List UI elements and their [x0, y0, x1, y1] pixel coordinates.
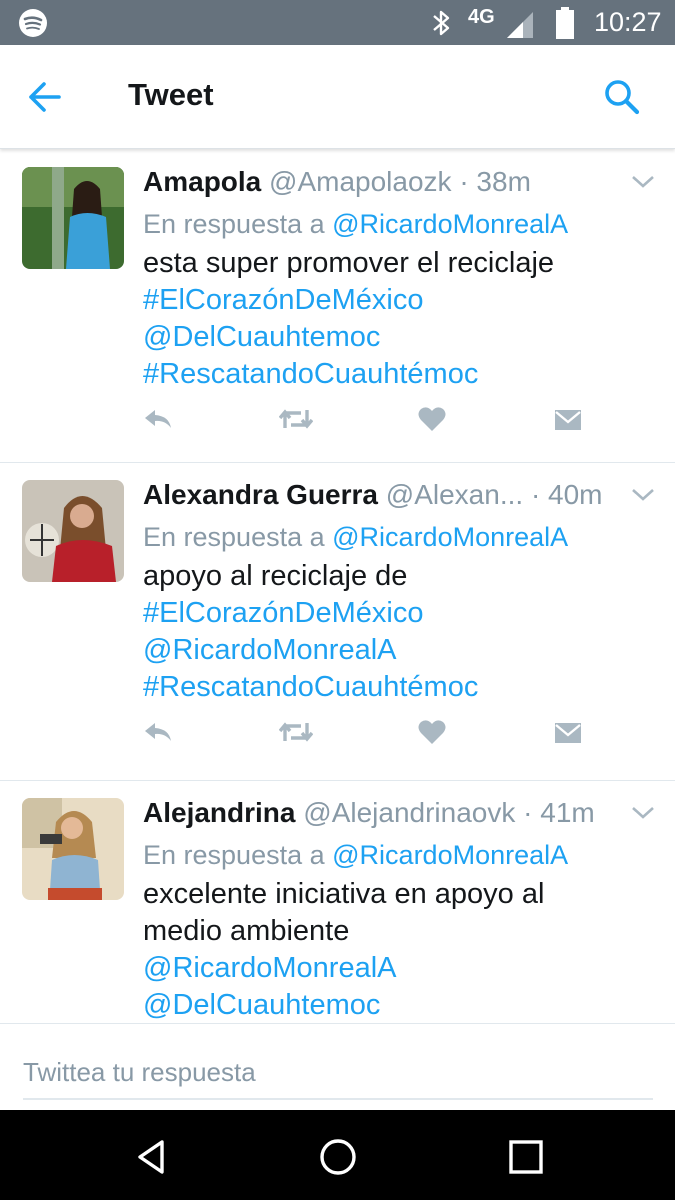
tweet-text: apoyo al reciclaje de	[143, 560, 408, 592]
reply-prefix: En respuesta a	[143, 840, 325, 870]
tweet-text: esta super promover el reciclaje	[143, 247, 555, 279]
like-icon[interactable]	[417, 406, 447, 432]
reply-mention-link[interactable]: @RicardoMonrealA	[332, 209, 568, 239]
tweet-text: medio ambiente	[143, 915, 350, 947]
reply-icon[interactable]	[143, 406, 173, 432]
mention-link[interactable]: @RicardoMonrealA	[143, 950, 396, 987]
direct-message-icon[interactable]	[553, 719, 583, 745]
mention-link[interactable]: @DelCuauhtemoc	[143, 987, 380, 1023]
bluetooth-icon	[433, 10, 450, 36]
reply-composer	[0, 1023, 675, 1110]
hashtag-link[interactable]: #RescatandoCuauhtémoc	[143, 669, 478, 706]
reply-mention-link[interactable]: @RicardoMonrealA	[332, 840, 568, 870]
reply-prefix: En respuesta a	[143, 522, 325, 552]
home-circle-icon[interactable]	[318, 1137, 358, 1177]
author-name[interactable]: Amapola	[143, 166, 261, 197]
author-handle[interactable]: @Amapolaozk	[269, 166, 452, 197]
author-handle[interactable]: @Alejandrinaovk	[303, 797, 515, 828]
network-type: 4G	[468, 6, 495, 28]
recents-square-icon[interactable]	[506, 1137, 546, 1177]
like-icon[interactable]	[417, 719, 447, 745]
author-handle[interactable]: @Alexan...	[386, 479, 523, 510]
reply-icon[interactable]	[143, 719, 173, 745]
chevron-down-icon[interactable]	[631, 174, 655, 190]
reply-context: En respuesta a @RicardoMonrealA	[143, 206, 568, 242]
tweet-list[interactable]: Amapola @Amapolaozk · 38m En respuesta a…	[0, 150, 675, 1023]
hashtag-link[interactable]: #ElCorazónDeMéxico	[143, 595, 423, 632]
tweet[interactable]: Alejandrina @Alejandrinaovk · 41m En res…	[0, 781, 675, 1023]
avatar[interactable]	[22, 798, 124, 900]
tweet[interactable]: Alexandra Guerra @Alexan... · 40m En res…	[0, 463, 675, 781]
reply-prefix: En respuesta a	[143, 209, 325, 239]
direct-message-icon[interactable]	[553, 406, 583, 432]
chevron-down-icon[interactable]	[631, 487, 655, 503]
back-triangle-icon[interactable]	[132, 1137, 172, 1177]
reply-context: En respuesta a @RicardoMonrealA	[143, 837, 568, 873]
tweet-actions	[143, 719, 603, 749]
system-nav-bar	[0, 1110, 675, 1200]
status-bar: 4G 10:27	[0, 0, 675, 45]
author-name[interactable]: Alejandrina	[143, 797, 295, 828]
app-bar: Tweet	[0, 45, 675, 149]
avatar[interactable]	[22, 480, 124, 582]
search-icon[interactable]	[603, 78, 641, 116]
retweet-icon[interactable]	[279, 719, 313, 745]
retweet-icon[interactable]	[279, 406, 313, 432]
clock: 10:27	[594, 7, 662, 37]
reply-context: En respuesta a @RicardoMonrealA	[143, 519, 568, 555]
tweet-header: Alejandrina @Alejandrinaovk · 41m	[143, 795, 615, 831]
signal-icon	[507, 12, 533, 38]
hashtag-link[interactable]: #RescatandoCuauhtémoc	[143, 356, 478, 393]
tweet[interactable]: Amapola @Amapolaozk · 38m En respuesta a…	[0, 150, 675, 463]
tweet-time: · 40m	[530, 479, 603, 510]
page-title: Tweet	[128, 77, 214, 112]
mention-link[interactable]: @DelCuauhtemoc	[143, 319, 380, 356]
tweet-text: excelente iniciativa en apoyo al	[143, 878, 545, 910]
tweet-time: · 41m	[523, 797, 595, 828]
tweet-header: Alexandra Guerra @Alexan... · 40m	[143, 477, 615, 513]
mention-link[interactable]: @RicardoMonrealA	[143, 632, 396, 669]
reply-mention-link[interactable]: @RicardoMonrealA	[332, 522, 568, 552]
hashtag-link[interactable]: #ElCorazónDeMéxico	[143, 282, 423, 319]
reply-input[interactable]	[23, 1046, 653, 1100]
avatar[interactable]	[22, 167, 124, 269]
tweet-actions	[143, 406, 603, 436]
chevron-down-icon[interactable]	[631, 805, 655, 821]
tweet-time: · 38m	[459, 166, 531, 197]
tweet-header: Amapola @Amapolaozk · 38m	[143, 164, 615, 200]
back-arrow-icon[interactable]	[26, 79, 64, 115]
spotify-icon	[19, 9, 47, 37]
author-name[interactable]: Alexandra Guerra	[143, 479, 378, 510]
battery-icon	[556, 7, 574, 39]
